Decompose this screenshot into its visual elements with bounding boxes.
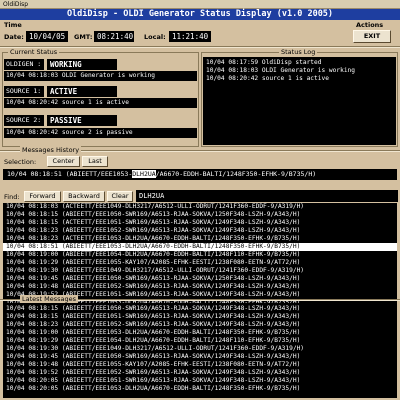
selection-label: Selection: [4, 158, 37, 166]
gmt-label: GMT: [74, 33, 93, 41]
forward-button[interactable]: Forward [24, 191, 61, 202]
message-row[interactable]: 10/04 08:18:15 (ABIEETT/EEE1050-SWR169/A… [3, 211, 397, 219]
app-title: OldiDisp - OLDI Generator Status Display… [66, 9, 334, 19]
current-status-title: Current Status [8, 48, 60, 56]
oldigen-status-field: WORKING [47, 59, 117, 70]
window-title: OldiDisp [3, 1, 29, 8]
local-label: Local: [144, 33, 166, 41]
status-log-title: Status Log [279, 48, 318, 56]
latest-messages-list[interactable]: 10/04 08:18:15 (ABIEETT/EEE1050-SWR169/A… [3, 303, 397, 398]
message-row[interactable]: 10/04 08:19:45 (ABIEETT/EEE1050-SWR169/A… [3, 353, 397, 361]
selected-message-field: 10/04 08:18:51 (ABIEETT/EEE1053-DLH2UA/A… [3, 169, 397, 180]
messages-history-title: Messages History [20, 146, 82, 154]
date-label: Date: [4, 33, 24, 41]
message-row[interactable]: 10/04 08:18:15 (ABIEETT/EEE1050-SWR169/A… [3, 305, 397, 313]
message-row[interactable]: 10/04 08:19:00 (ABIEETT/EEE1054-DLH2UA/A… [3, 251, 397, 259]
source1-status-field: ACTIVE [47, 86, 117, 97]
time-section-label: Time [4, 21, 22, 29]
message-row[interactable]: 10/04 08:19:52 (ABIEETT/EEE1052-SWR169/A… [3, 369, 397, 377]
message-row[interactable]: 10/04 08:19:48 (ABIEETT/EEE1055-KAY107/A… [3, 361, 397, 369]
message-row[interactable]: 10/04 08:18:23 (ABIEETT/EEE1052-SWR169/A… [3, 321, 397, 329]
message-row[interactable]: 10/04 08:19:30 (ABIEETT/EEE1049-DLH3217/… [3, 345, 397, 353]
message-row[interactable]: 10/04 08:20:05 (ABIEETT/EEE1051-SWR169/A… [3, 377, 397, 385]
last-button[interactable]: Last [82, 156, 108, 167]
status-log-line: 10/04 08:17:59 OldiDisp started [206, 59, 322, 66]
message-row[interactable]: 10/04 08:18:23 (ACTEETT/EEE1053-DLH2UA/A… [3, 235, 397, 243]
message-row[interactable]: 10/04 08:18:15 (ABIEETT/EEE1051-SWR169/A… [3, 313, 397, 321]
message-row[interactable]: 10/04 08:18:03 (ACTEETT/EEE1049-DLH3217/… [3, 203, 397, 211]
oldigen-status-log: 10/04 08:18:03 OLDI Generator is working [4, 71, 197, 81]
source1-label: SOURCE 1: [4, 86, 44, 97]
source1-status-log: 10/04 08:20:42 source 1 is active [4, 98, 197, 108]
app-title-bar: OldiDisp - OLDI Generator Status Display… [0, 9, 400, 20]
gmt-time-field: 08:21:40 [94, 31, 134, 42]
message-row[interactable]: 10/04 08:18:23 (ABIEETT/EEE1052-SWR169/A… [3, 227, 397, 235]
message-row[interactable]: 10/04 08:19:00 (ABIEETT/EEE1053-DLH2UA/A… [3, 329, 397, 337]
source2-label: SOURCE 2: [4, 115, 44, 126]
source2-status-log: 10/04 08:20:42 source 2 is passive [4, 128, 197, 138]
message-row[interactable]: 10/04 08:19:30 (ABIEETT/EEE1049-DLH3217/… [3, 267, 397, 275]
actions-label: Actions [356, 21, 384, 29]
exit-button[interactable]: EXIT [353, 30, 391, 43]
find-input[interactable]: DLH2UA [136, 190, 398, 202]
divider [0, 46, 400, 48]
clear-button[interactable]: Clear [107, 191, 133, 202]
message-row[interactable]: 10/04 08:19:48 (ABIEETT/EEE1052-SWR169/A… [3, 283, 397, 291]
status-log-line: 10/04 08:20:42 source 1 is active [206, 75, 329, 82]
messages-history-list[interactable]: 10/04 08:18:03 (ACTEETT/EEE1049-DLH3217/… [3, 203, 397, 307]
status-log-list[interactable]: 10/04 08:17:59 OldiDisp started 10/04 08… [203, 57, 396, 145]
message-row[interactable]: 10/04 08:19:29 (ABIEETT/EEE1055-KAY107/A… [3, 259, 397, 267]
message-row[interactable]: 10/04 08:20:05 (ABIEETT/EEE1053-DLH2UA/A… [3, 385, 397, 393]
backward-button[interactable]: Backward [63, 191, 105, 202]
message-row[interactable]: 10/04 08:18:15 (ACTEETT/EEE1051-SWR169/A… [3, 219, 397, 227]
selected-message-prefix: 10/04 08:18:51 (ABIEETT/EEE1053- [7, 170, 133, 178]
message-row[interactable]: 10/04 08:19:29 (ABIEETT/EEE1054-DLH2UA/A… [3, 337, 397, 345]
message-row[interactable]: 10/04 08:18:51 (ABIEETT/EEE1053-DLH2UA/A… [3, 243, 397, 251]
selected-message-highlight: DLH2UA [132, 170, 156, 178]
selected-message-suffix: /A6670-EDDH-BALTI/1248F350-EFHK-9/B735/H… [155, 170, 317, 178]
local-time-field: 11:21:40 [169, 31, 211, 42]
oldigen-label: OLDIGEN : [4, 59, 44, 70]
date-field: 10/04/05 [26, 31, 68, 42]
status-log-line: 10/04 08:18:03 OLDI Generator is working [206, 67, 356, 74]
window-titlebar: OldiDisp [0, 0, 400, 9]
source2-status-field: PASSIVE [47, 115, 117, 126]
message-row[interactable]: 10/04 08:19:45 (ABIEETT/EEE1050-SWR169/A… [3, 275, 397, 283]
latest-messages-title: Latest Messages [20, 295, 79, 303]
center-button[interactable]: Center [47, 156, 80, 167]
find-label: Find: [4, 193, 20, 201]
